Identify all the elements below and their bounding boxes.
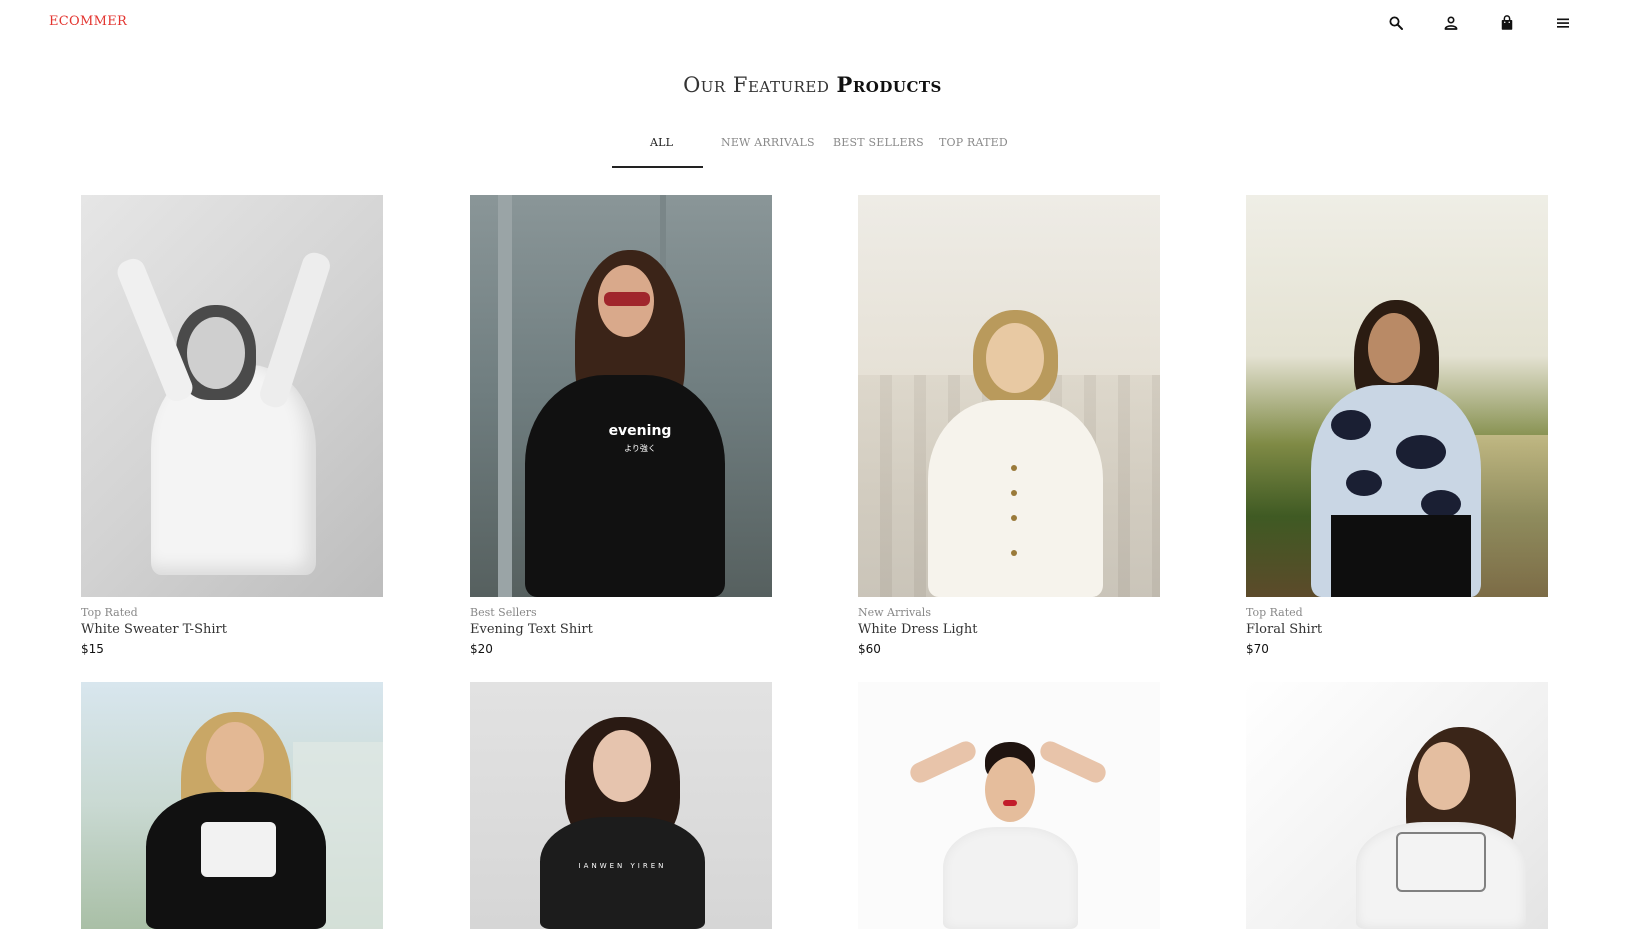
product-image[interactable] [81,195,383,597]
section-title-bold: Products [836,72,942,97]
header-icon-bar [0,12,1625,36]
product-image[interactable] [858,682,1160,929]
product-image[interactable] [1246,195,1548,597]
search-icon[interactable] [1385,12,1407,34]
bag-icon[interactable] [1496,12,1518,34]
tab-new-arrivals[interactable]: NEW ARRIVALS [721,136,815,149]
product-price: $20 [470,642,493,656]
product-image[interactable]: evening より強く [470,195,772,597]
product-name[interactable]: White Dress Light [858,622,977,637]
product-name[interactable]: Evening Text Shirt [470,622,593,637]
section-title-light: Our Featured [683,73,830,97]
product-card[interactable] [858,682,1160,929]
product-image[interactable] [1246,682,1548,929]
product-name[interactable]: Floral Shirt [1246,622,1322,637]
menu-icon[interactable] [1552,12,1574,34]
shirt-print-text: IANWEN YIREN [578,862,667,870]
product-category: Top Rated [1246,606,1303,619]
product-card[interactable]: IANWEN YIREN [470,682,772,929]
product-name[interactable]: White Sweater T-Shirt [81,622,227,637]
product-card[interactable]: evening より強く Best Sellers Evening Text S… [470,195,772,665]
tab-all[interactable]: ALL [650,136,673,149]
site-header: ECOMMER [0,0,1625,46]
tab-best-sellers[interactable]: BEST SELLERS [833,136,924,149]
product-card[interactable]: Top Rated White Sweater T-Shirt $15 [81,195,383,665]
product-card[interactable] [1246,682,1548,929]
product-image[interactable]: IANWEN YIREN [470,682,772,929]
product-category: Top Rated [81,606,138,619]
product-filter-tabs: ALL NEW ARRIVALS BEST SELLERS TOP RATED [0,136,1625,170]
product-card[interactable]: Top Rated Floral Shirt $70 [1246,195,1548,665]
user-icon[interactable] [1440,12,1462,34]
product-category: Best Sellers [470,606,537,619]
section-title: Our Featured Products [0,72,1625,97]
product-price: $60 [858,642,881,656]
active-tab-indicator [612,166,703,168]
shirt-print-subtext: より強く [624,444,656,453]
product-category: New Arrivals [858,606,931,619]
product-price: $15 [81,642,104,656]
product-price: $70 [1246,642,1269,656]
product-image[interactable] [81,682,383,929]
product-image[interactable] [858,195,1160,597]
tab-top-rated[interactable]: TOP RATED [939,136,1008,149]
product-card[interactable]: New Arrivals White Dress Light $60 [858,195,1160,665]
shirt-print-text: evening [608,423,672,439]
product-card[interactable] [81,682,383,929]
